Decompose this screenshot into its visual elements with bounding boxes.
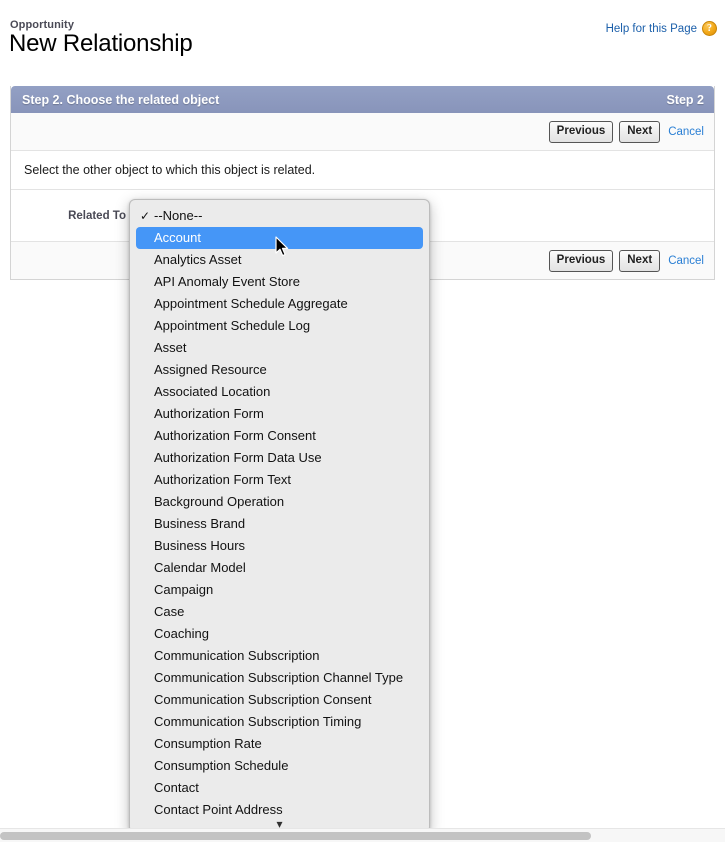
horizontal-scrollbar-track[interactable] xyxy=(0,828,725,842)
dropdown-option[interactable]: Communication Subscription Consent xyxy=(130,689,429,711)
step-panel-header: Step 2. Choose the related object Step 2 xyxy=(11,86,714,113)
top-button-row: Previous Next Cancel xyxy=(11,113,714,151)
dropdown-option[interactable]: Authorization Form xyxy=(130,403,429,425)
dropdown-option[interactable]: Appointment Schedule Log xyxy=(130,315,429,337)
dropdown-option[interactable]: Background Operation xyxy=(130,491,429,513)
dropdown-option[interactable]: Business Hours xyxy=(130,535,429,557)
dropdown-option[interactable]: Consumption Schedule xyxy=(130,755,429,777)
horizontal-scrollbar-thumb[interactable] xyxy=(0,832,591,840)
dropdown-option[interactable]: Asset xyxy=(130,337,429,359)
page-title: New Relationship xyxy=(9,30,193,57)
help-area: Help for this Page ? xyxy=(606,21,717,36)
dropdown-option[interactable]: Analytics Asset xyxy=(130,249,429,271)
dropdown-option[interactable]: Coaching xyxy=(130,623,429,645)
step-panel-title: Step 2. Choose the related object xyxy=(22,92,220,107)
dropdown-option[interactable]: Contact xyxy=(130,777,429,799)
page-header: Opportunity New Relationship Help for th… xyxy=(0,0,725,72)
dropdown-option[interactable]: Appointment Schedule Aggregate xyxy=(130,293,429,315)
dropdown-option[interactable]: Communication Subscription Timing xyxy=(130,711,429,733)
help-for-this-page-link[interactable]: Help for this Page xyxy=(606,23,697,35)
help-question-icon[interactable]: ? xyxy=(702,21,717,36)
next-button-bottom[interactable]: Next xyxy=(619,249,661,272)
dropdown-option[interactable]: Authorization Form Consent xyxy=(130,425,429,447)
dropdown-option[interactable]: Associated Location xyxy=(130,381,429,403)
dropdown-option[interactable]: Consumption Rate xyxy=(130,733,429,755)
dropdown-option[interactable]: Business Brand xyxy=(130,513,429,535)
cancel-link-bottom[interactable]: Cancel xyxy=(668,255,706,267)
cancel-link-top[interactable]: Cancel xyxy=(668,126,706,138)
dropdown-option[interactable]: Communication Subscription xyxy=(130,645,429,667)
dropdown-option[interactable]: Case xyxy=(130,601,429,623)
panel-description: Select the other object to which this ob… xyxy=(11,151,714,190)
dropdown-option[interactable]: Authorization Form Text xyxy=(130,469,429,491)
previous-button-bottom[interactable]: Previous xyxy=(548,249,614,272)
next-button-top[interactable]: Next xyxy=(619,120,661,143)
dropdown-option[interactable]: API Anomaly Event Store xyxy=(130,271,429,293)
dropdown-option[interactable]: Account xyxy=(136,227,423,249)
related-to-label: Related To xyxy=(68,209,126,222)
page-root: Opportunity New Relationship Help for th… xyxy=(0,0,725,842)
previous-button-top[interactable]: Previous xyxy=(548,120,614,143)
step-indicator: Step 2 xyxy=(666,92,704,107)
dropdown-option[interactable]: Calendar Model xyxy=(130,557,429,579)
dropdown-option[interactable]: Communication Subscription Channel Type xyxy=(130,667,429,689)
dropdown-option[interactable]: Assigned Resource xyxy=(130,359,429,381)
dropdown-option[interactable]: --None-- xyxy=(130,205,429,227)
dropdown-option[interactable]: Campaign xyxy=(130,579,429,601)
related-to-dropdown-list[interactable]: --None--AccountAnalytics AssetAPI Anomal… xyxy=(129,199,430,833)
dropdown-option[interactable]: Authorization Form Data Use xyxy=(130,447,429,469)
